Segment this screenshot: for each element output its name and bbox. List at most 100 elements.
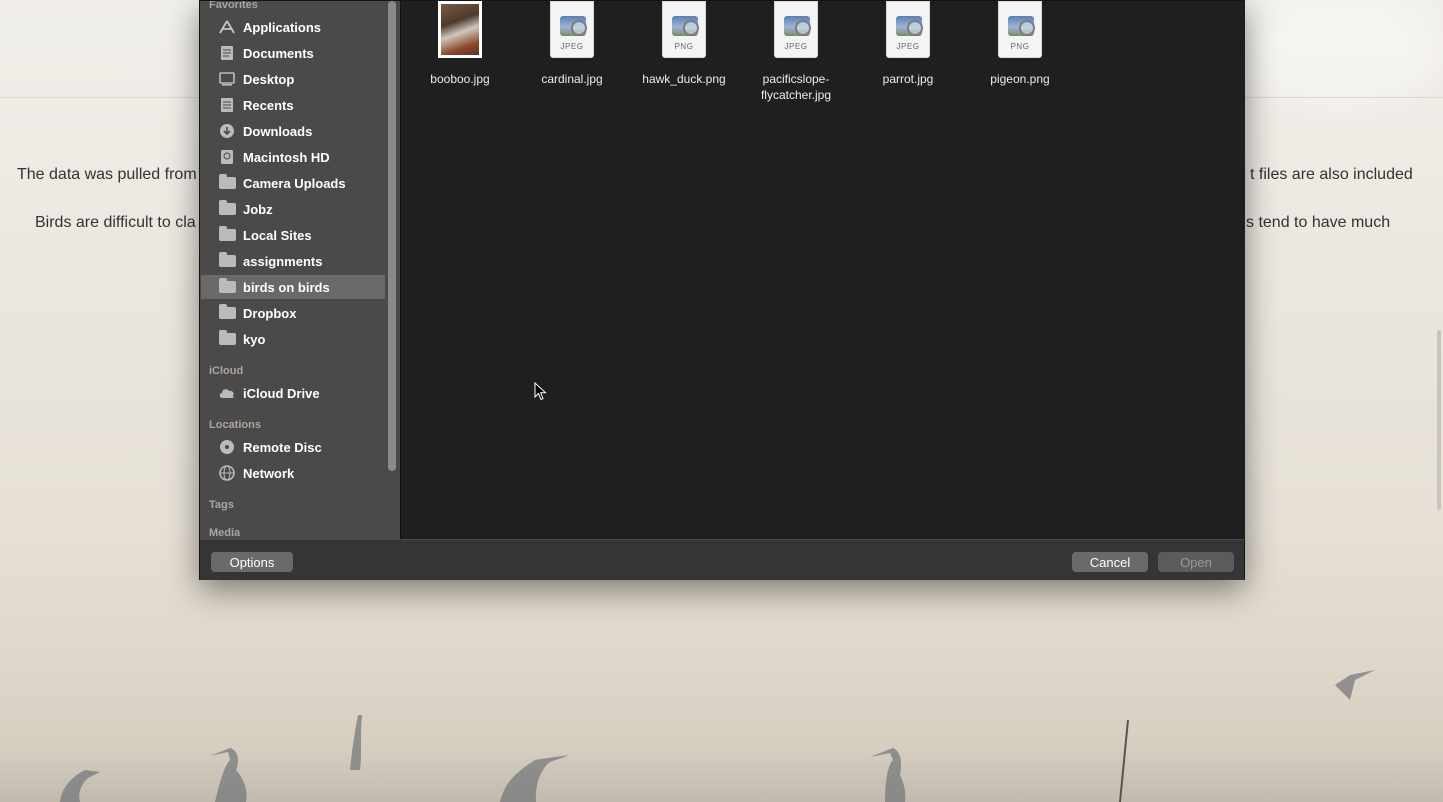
- dialog-footer: Options Cancel Open: [200, 539, 1244, 580]
- sidebar: Favorites Applications Documents Desktop…: [200, 1, 400, 539]
- file-item[interactable]: PNG pigeon.png: [964, 1, 1076, 87]
- sidebar-item-label: Desktop: [243, 71, 295, 87]
- sidebar-item-label: Network: [243, 465, 295, 481]
- file-thumbnail: PNG: [662, 1, 706, 59]
- documents-icon: [218, 45, 236, 61]
- file-item[interactable]: JPEG parrot.jpg: [852, 1, 964, 87]
- network-icon: [218, 465, 236, 481]
- cancel-button[interactable]: Cancel: [1072, 552, 1148, 572]
- media-heading: Media: [209, 527, 241, 539]
- photo-thumbnail: [438, 1, 482, 58]
- sidebar-item-assignments[interactable]: assignments: [201, 249, 385, 273]
- file-item[interactable]: JPEG pacificslope- flycatcher.jpg: [740, 1, 852, 103]
- sidebar-item-label: Recents: [243, 97, 294, 113]
- file-name: cardinal.jpg: [541, 72, 603, 86]
- file-type-label: PNG: [1010, 42, 1030, 51]
- applications-icon: [218, 19, 236, 35]
- paragraph-2-left: Birds are difficult to cla: [35, 214, 196, 231]
- file-item[interactable]: booboo.jpg: [404, 1, 516, 87]
- paragraph-2-right: s tend to have much: [1246, 214, 1391, 231]
- sidebar-item-label: Remote Disc: [243, 439, 322, 455]
- sidebar-item-label: Jobz: [243, 201, 273, 217]
- sidebar-item-local-sites[interactable]: Local Sites: [201, 223, 385, 247]
- sidebar-item-macintosh-hd[interactable]: Macintosh HD: [201, 145, 385, 169]
- file-thumbnail: JPEG: [774, 1, 818, 59]
- file-browser: booboo.jpg JPEG cardinal.jpg PNG hawk_du…: [401, 1, 1245, 539]
- sidebar-item-label: Macintosh HD: [243, 149, 330, 165]
- image-file-icon: JPEG: [886, 1, 930, 58]
- file-name: hawk_duck.png: [642, 72, 726, 86]
- image-file-icon: JPEG: [774, 1, 818, 58]
- folder-icon: [218, 174, 236, 191]
- sidebar-item-remote-disc[interactable]: Remote Disc: [201, 435, 385, 459]
- file-type-label: JPEG: [896, 42, 920, 51]
- sidebar-scrollbar[interactable]: [388, 1, 396, 471]
- file-thumbnail: [438, 1, 482, 59]
- sidebar-item-icloud-drive[interactable]: iCloud Drive: [201, 381, 385, 405]
- file-name: parrot.jpg: [882, 72, 934, 86]
- sidebar-item-label: Local Sites: [243, 227, 312, 243]
- folder-icon: [218, 226, 236, 243]
- sidebar-item-network[interactable]: Network: [201, 461, 385, 485]
- sky-haze: [1240, 0, 1440, 110]
- open-file-dialog: Favorites Applications Documents Desktop…: [199, 0, 1245, 580]
- hard-drive-icon: [218, 149, 236, 165]
- file-item[interactable]: PNG hawk_duck.png: [628, 1, 740, 87]
- sidebar-item-desktop[interactable]: Desktop: [201, 67, 385, 91]
- sidebar-item-kyo[interactable]: kyo: [201, 327, 385, 351]
- image-file-icon: JPEG: [550, 1, 594, 58]
- file-thumbnail: PNG: [998, 1, 1042, 59]
- file-name: pacificslope- flycatcher.jpg: [740, 71, 852, 103]
- sidebar-item-label: Dropbox: [243, 305, 297, 321]
- sidebar-item-applications[interactable]: Applications: [201, 15, 385, 39]
- file-name: booboo.jpg: [430, 72, 490, 86]
- mouse-cursor-icon: [534, 382, 547, 401]
- sidebar-item-label: assignments: [243, 253, 323, 269]
- sidebar-item-birds-on-birds[interactable]: birds on birds: [201, 275, 385, 299]
- sidebar-item-label: Camera Uploads: [243, 175, 346, 191]
- sidebar-item-label: Applications: [243, 19, 322, 35]
- folder-icon: [218, 252, 236, 269]
- folder-icon: [218, 200, 236, 217]
- options-button[interactable]: Options: [211, 552, 293, 572]
- sidebar-item-jobz[interactable]: Jobz: [201, 197, 385, 221]
- folder-icon: [218, 330, 236, 347]
- favorites-heading: Favorites: [209, 1, 258, 11]
- page-scrollbar[interactable]: [1437, 330, 1441, 510]
- tags-heading: Tags: [209, 499, 234, 511]
- file-name: pigeon.png: [990, 72, 1050, 86]
- sidebar-item-dropbox[interactable]: Dropbox: [201, 301, 385, 325]
- locations-heading: Locations: [209, 419, 261, 431]
- file-thumbnail: JPEG: [550, 1, 594, 59]
- file-name-line: pacificslope-: [762, 72, 830, 86]
- downloads-icon: [218, 123, 236, 139]
- sidebar-item-label: iCloud Drive: [243, 385, 320, 401]
- file-thumbnail: JPEG: [886, 1, 930, 59]
- file-type-label: JPEG: [784, 42, 808, 51]
- file-item[interactable]: JPEG cardinal.jpg: [516, 1, 628, 87]
- sidebar-item-downloads[interactable]: Downloads: [201, 119, 385, 143]
- sidebar-item-label: Downloads: [243, 123, 313, 139]
- folder-icon: [218, 278, 236, 295]
- sidebar-item-recents[interactable]: Recents: [201, 93, 385, 117]
- file-type-label: PNG: [674, 42, 694, 51]
- sidebar-item-documents[interactable]: Documents: [201, 41, 385, 65]
- disc-icon: [218, 439, 236, 455]
- heron-silhouettes: [60, 670, 1375, 802]
- icloud-heading: iCloud: [209, 365, 244, 377]
- sidebar-item-label: Documents: [243, 45, 314, 61]
- image-file-icon: PNG: [998, 1, 1042, 58]
- folder-icon: [218, 304, 236, 321]
- paragraph-1-left: The data was pulled from: [17, 166, 197, 183]
- sidebar-item-label: birds on birds: [243, 279, 330, 295]
- open-button[interactable]: Open: [1158, 552, 1234, 572]
- sidebar-item-camera-uploads[interactable]: Camera Uploads: [201, 171, 385, 195]
- file-type-label: JPEG: [560, 42, 584, 51]
- sidebar-item-label: kyo: [243, 331, 266, 347]
- desktop-icon: [218, 71, 236, 87]
- recents-icon: [218, 97, 236, 113]
- file-name-line: flycatcher.jpg: [760, 88, 832, 102]
- cloud-icon: [218, 385, 236, 401]
- image-file-icon: PNG: [662, 1, 706, 58]
- paragraph-1-right: t files are also included: [1250, 166, 1413, 183]
